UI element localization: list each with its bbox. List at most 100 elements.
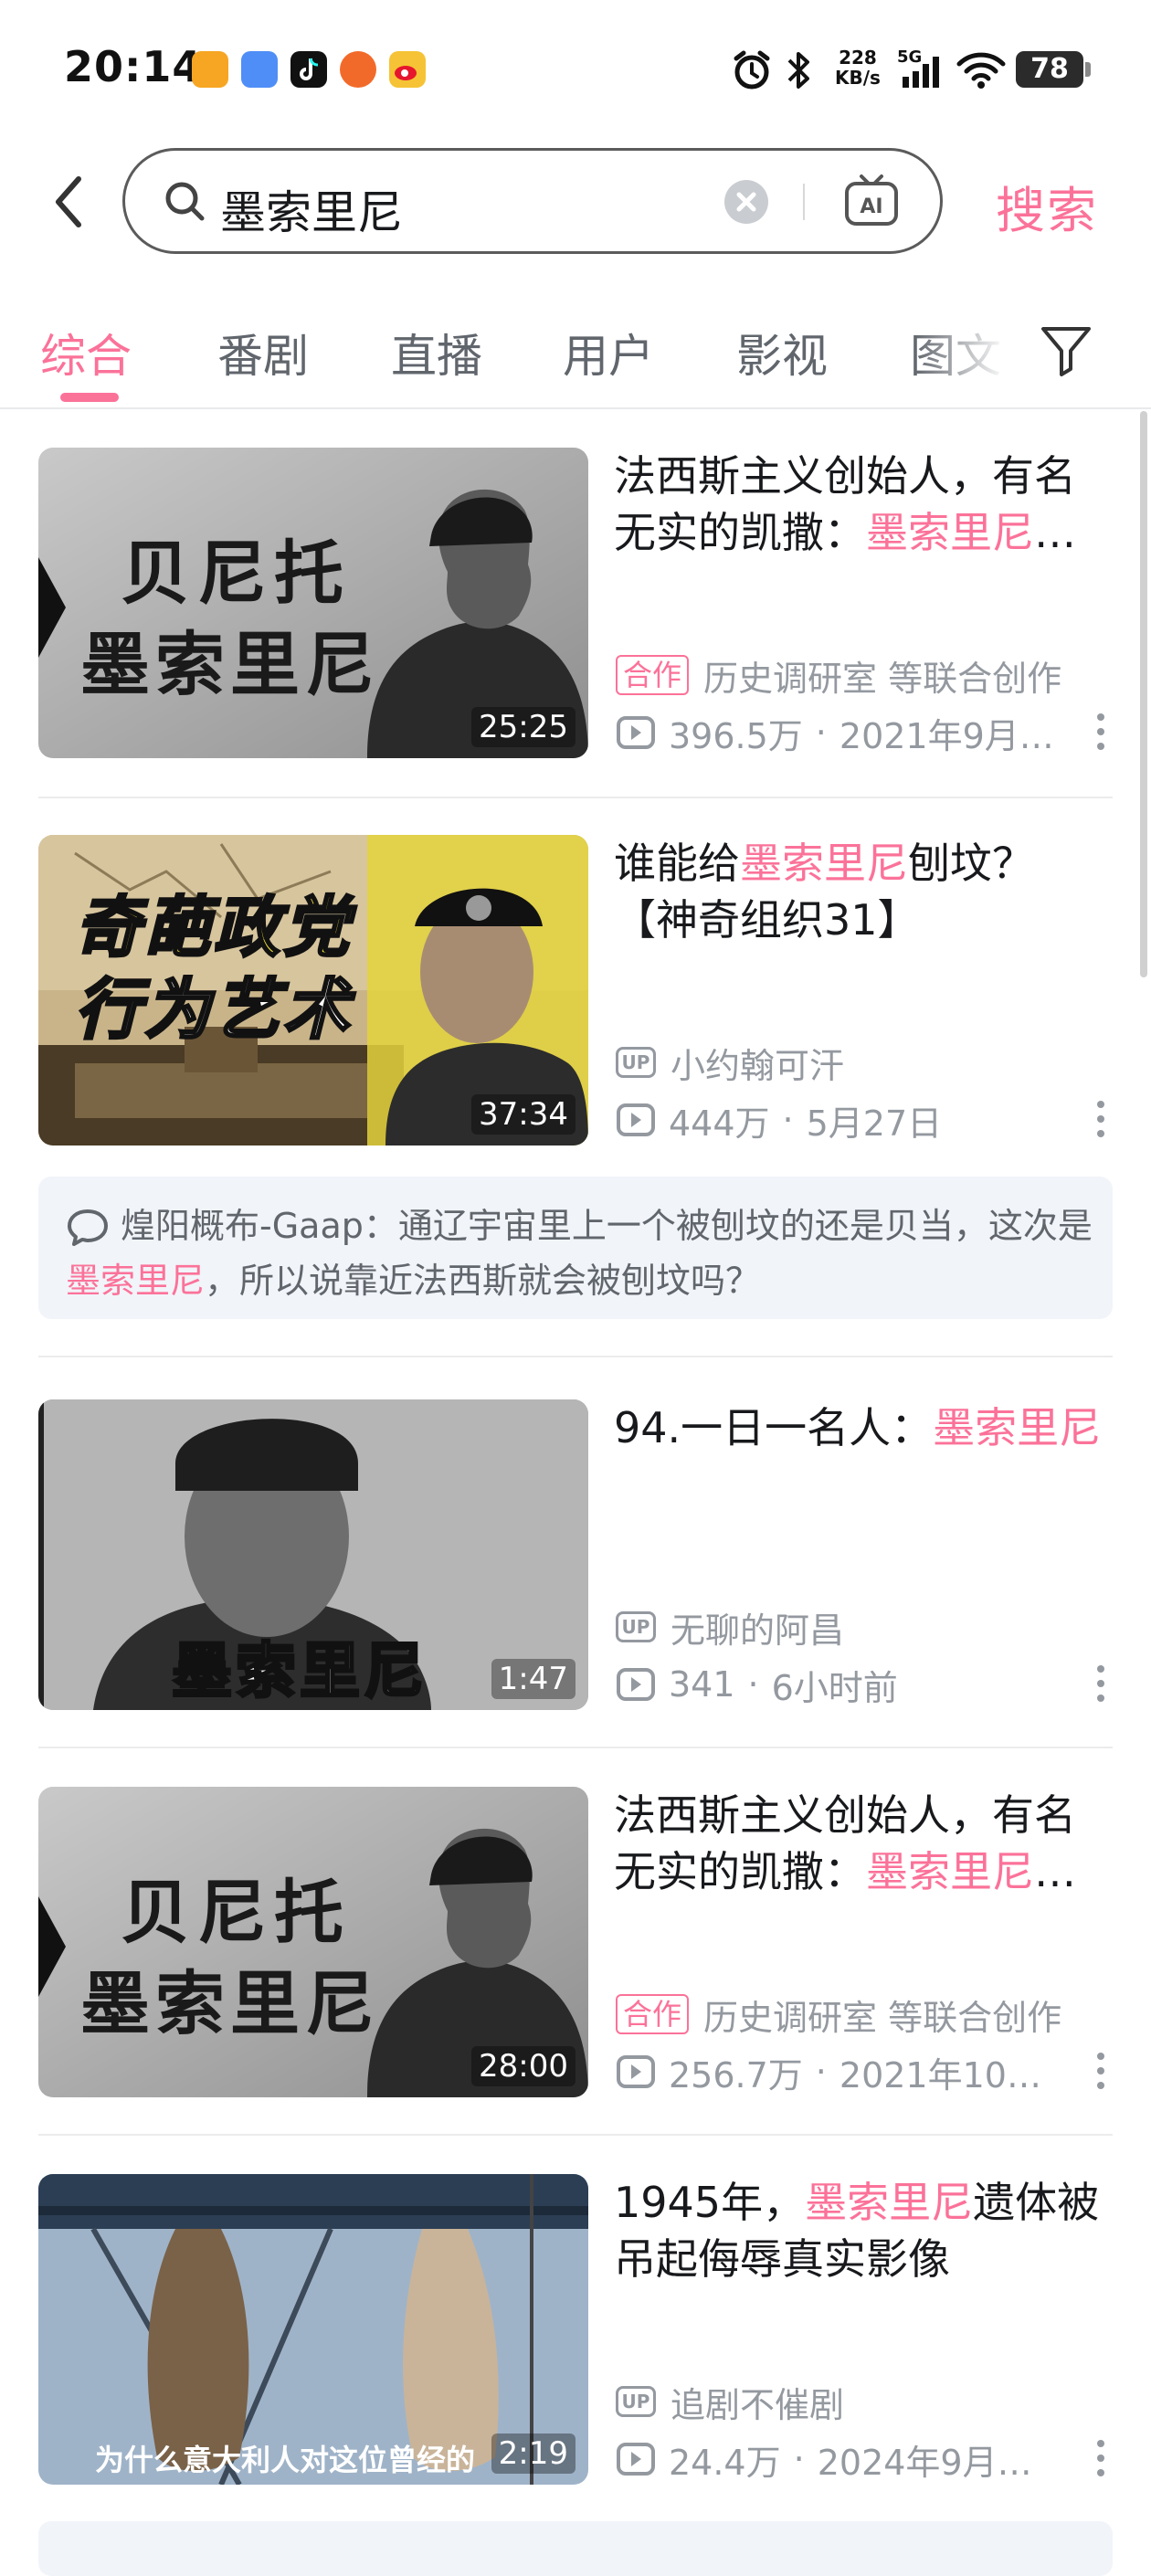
author-name: 历史调研室 等联合创作 [703,658,1062,699]
comment-text: 煌阳概布-Gaap：通辽宇宙里上一个被刨坟的还是贝当，这次是墨索里尼，所以说靠近… [66,1198,1098,1308]
search-tabs: 综合 番剧 直播 用户 影视 图文 [0,301,1151,411]
author-name: 小约翰可汗 [671,1045,845,1086]
play-count-icon [617,2055,655,2088]
cloud-app-icon [241,51,278,88]
video-duration: 25:25 [471,707,576,747]
play-count-icon [617,716,655,749]
video-title[interactable]: 法西斯主义创始人，有名无实的凯撒：墨索里尼… [614,1787,1114,1900]
video-title[interactable]: 94.一日一名人：墨索里尼 [614,1399,1114,1456]
video-title[interactable]: 法西斯主义创始人，有名无实的凯撒：墨索里尼… [614,448,1114,561]
net-speed: 228 KB/s [835,48,881,88]
view-count: 396.5万 [669,715,803,756]
collab-badge: 合作 [616,655,690,695]
bluetooth-icon [787,52,809,89]
tab-users[interactable]: 用户 [563,320,654,385]
video-title[interactable]: 谁能给墨索里尼刨坟？【神奇组织31】 [614,835,1114,948]
thumbnail-text: 贝尼托 [121,533,351,614]
net-speed-unit: KB/s [835,67,881,89]
net-speed-value: 228 [839,47,877,69]
author-row[interactable]: UP 小约翰可汗 [616,1038,844,1087]
view-count: 444万 [669,1103,770,1144]
video-title[interactable]: 1945年，墨索里尼遗体被吊起侮辱真实影像 [614,2174,1114,2287]
comment-highlight: 墨索里尼 [66,1261,206,1301]
video-thumbnail[interactable]: 贝尼托 墨索里尼 25:25 [38,448,588,758]
search-input[interactable]: 墨索里尼 AI [122,148,943,254]
video-card[interactable]: 奇葩政党 行为艺术 37:34 谁能给墨索里尼刨坟？【神奇组织31】 UP 小约… [0,835,1151,1145]
separator: · [815,713,827,753]
svg-text:AI: AI [860,195,882,218]
video-duration: 2:19 [491,2433,576,2474]
filter-icon[interactable] [1038,322,1094,378]
thumbnail-text: 行为艺术 [73,970,354,1050]
tab-bangumi[interactable]: 番剧 [217,320,309,385]
video-thumbnail[interactable]: 墨索里尼 1:47 [38,1399,588,1710]
active-tab-indicator [60,393,119,402]
more-options-icon[interactable] [1093,2050,1109,2092]
play-count-icon [617,1103,655,1136]
list-divider [38,797,1113,798]
search-query-text: 墨索里尼 [220,186,403,239]
view-count: 256.7万 [669,2054,803,2096]
title-highlight: 墨索里尼 [866,508,1034,557]
title-text: 94.一日一名人： [614,1403,934,1452]
stats-row: 256.7万 · 2021年10… [616,2046,1041,2097]
video-card[interactable]: 贝尼托 墨索里尼 28:00 法西斯主义创始人，有名无实的凯撒：墨索里尼… 合作… [0,1787,1151,2097]
stats-row: 396.5万 · 2021年9月… [616,707,1054,758]
list-divider [38,1747,1113,1748]
video-card[interactable]: 为什么意大利人对这位曾经的 2:19 1945年，墨索里尼遗体被吊起侮辱真实影像… [0,2174,1151,2485]
video-duration: 37:34 [471,1094,576,1135]
weibo-app-icon [389,51,426,88]
search-icon [165,182,205,221]
title-text: 1945年， [614,2178,806,2227]
thumbnail-text: 墨索里尼 [80,1963,380,2044]
author-row[interactable]: 合作 历史调研室 等联合创作 [616,1990,1061,2039]
video-card[interactable]: 墨索里尼 1:47 94.一日一名人：墨索里尼 UP 无聊的阿昌 341 · 6… [0,1399,1151,1710]
hot-comment-partial[interactable] [38,2521,1113,2576]
separator: · [793,2439,805,2479]
tiktok-app-icon [290,51,327,88]
author-name: 追剧不催剧 [671,2384,845,2425]
tab-comprehensive[interactable]: 综合 [40,320,132,385]
video-thumbnail[interactable]: 贝尼托 墨索里尼 28:00 [38,1787,588,2097]
author-row[interactable]: UP 追剧不催剧 [616,2377,844,2426]
publish-date: 2024年9月… [817,2442,1032,2483]
author-row[interactable]: 合作 历史调研室 等联合创作 [616,650,1061,700]
play-count-icon [617,2443,655,2476]
battery-tip [1085,62,1091,77]
status-time: 20:14 [64,42,203,91]
ai-assistant-icon[interactable]: AI [841,171,902,231]
video-thumbnail[interactable]: 为什么意大利人对这位曾经的 2:19 [38,2174,588,2485]
more-options-icon[interactable] [1093,711,1109,753]
author-name: 历史调研室 等联合创作 [703,1997,1062,2038]
up-badge: UP [616,2386,656,2417]
stats-row: 24.4万 · 2024年9月… [616,2433,1032,2485]
thumbnail-text: 墨索里尼 [80,624,380,705]
video-card[interactable]: 贝尼托 墨索里尼 25:25 法西斯主义创始人，有名无实的凯撒：墨索里尼… 合作… [0,448,1151,758]
notes-app-icon [192,51,228,88]
tab-fade [913,301,1023,402]
title-text: … [1034,508,1076,557]
separator: · [815,2052,827,2092]
video-duration: 28:00 [471,2046,576,2086]
list-divider [38,1356,1113,1357]
author-row[interactable]: UP 无聊的阿昌 [616,1602,844,1652]
list-divider [38,2134,1113,2136]
comment-user: 煌阳概布-Gaap [121,1206,364,1246]
back-button[interactable] [48,170,93,234]
more-options-icon[interactable] [1093,2437,1109,2479]
tab-movies[interactable]: 影视 [736,320,828,385]
clear-search-icon[interactable] [724,180,768,224]
tab-border [0,407,1151,409]
video-thumbnail[interactable]: 奇葩政党 行为艺术 37:34 [38,835,588,1145]
view-count: 24.4万 [669,2442,781,2483]
hot-comment[interactable]: 煌阳概布-Gaap：通辽宇宙里上一个被刨坟的还是贝当，这次是墨索里尼，所以说靠近… [38,1177,1113,1319]
search-divider [803,184,805,220]
title-highlight: 墨索里尼 [933,1403,1102,1452]
search-button[interactable]: 搜索 [996,170,1098,242]
publish-date: 6小时前 [771,1667,898,1708]
tab-live[interactable]: 直播 [391,320,482,385]
more-options-icon[interactable] [1093,1663,1109,1705]
publish-date: 2021年9月… [839,715,1054,756]
title-highlight: 墨索里尼 [740,839,908,888]
more-options-icon[interactable] [1093,1098,1109,1140]
